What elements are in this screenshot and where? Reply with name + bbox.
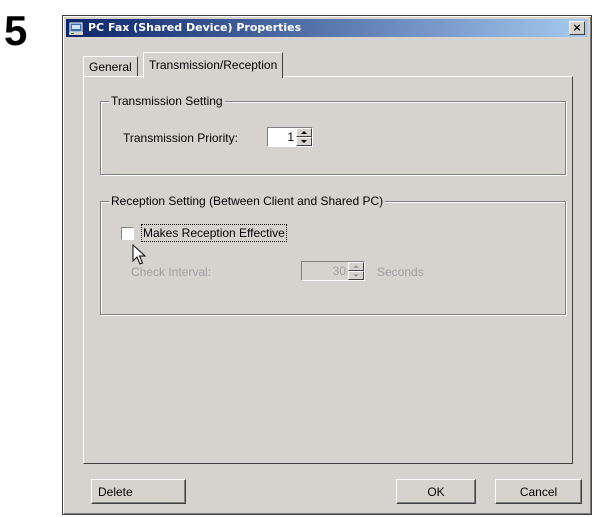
tab-general[interactable]: General xyxy=(83,56,138,76)
ok-button-label: OK xyxy=(427,485,445,499)
reception-effective-label[interactable]: Makes Reception Effective xyxy=(141,224,287,242)
check-interval-spinner[interactable]: 30 xyxy=(301,261,365,281)
interval-spin-buttons xyxy=(348,262,364,280)
transmission-priority-label: Transmission Priority: xyxy=(123,131,238,145)
priority-value: 1 xyxy=(287,130,294,144)
transmission-setting-group: Transmission Setting Transmission Priori… xyxy=(100,94,566,175)
step-number: 5 xyxy=(4,7,28,54)
ok-button[interactable]: OK xyxy=(396,479,476,504)
priority-down-button[interactable] xyxy=(296,137,312,146)
priority-spinner[interactable]: 1 xyxy=(267,127,313,147)
arrow-down-icon xyxy=(301,140,307,143)
interval-up-button[interactable] xyxy=(348,262,364,271)
title-bar[interactable]: PC Fax (Shared Device) Properties × xyxy=(66,19,588,37)
arrow-up-icon xyxy=(301,131,307,134)
check-interval-value: 30 xyxy=(332,264,346,278)
fax-device-icon xyxy=(69,22,83,35)
reception-effective-checkbox[interactable] xyxy=(121,227,134,240)
mouse-pointer-icon xyxy=(132,244,147,265)
reception-setting-title: Reception Setting (Between Client and Sh… xyxy=(109,194,386,208)
delete-button-label: Delete xyxy=(98,485,133,499)
seconds-label: Seconds xyxy=(377,265,424,279)
reception-setting-group: Reception Setting (Between Client and Sh… xyxy=(100,194,566,315)
interval-down-button[interactable] xyxy=(348,271,364,280)
cancel-button[interactable]: Cancel xyxy=(495,479,582,504)
arrow-down-icon xyxy=(353,274,359,277)
tab-panel: Transmission Setting Transmission Priori… xyxy=(83,76,573,464)
delete-button[interactable]: Delete xyxy=(91,479,186,504)
cancel-button-label: Cancel xyxy=(519,485,558,499)
close-button[interactable]: × xyxy=(569,21,585,35)
arrow-up-icon xyxy=(353,265,359,268)
priority-up-button[interactable] xyxy=(296,128,312,137)
tab-transmission-reception[interactable]: Transmission/Reception xyxy=(143,52,284,78)
dialog-title: PC Fax (Shared Device) Properties xyxy=(88,21,302,34)
transmission-setting-title: Transmission Setting xyxy=(109,94,225,108)
priority-spin-buttons xyxy=(296,128,312,146)
